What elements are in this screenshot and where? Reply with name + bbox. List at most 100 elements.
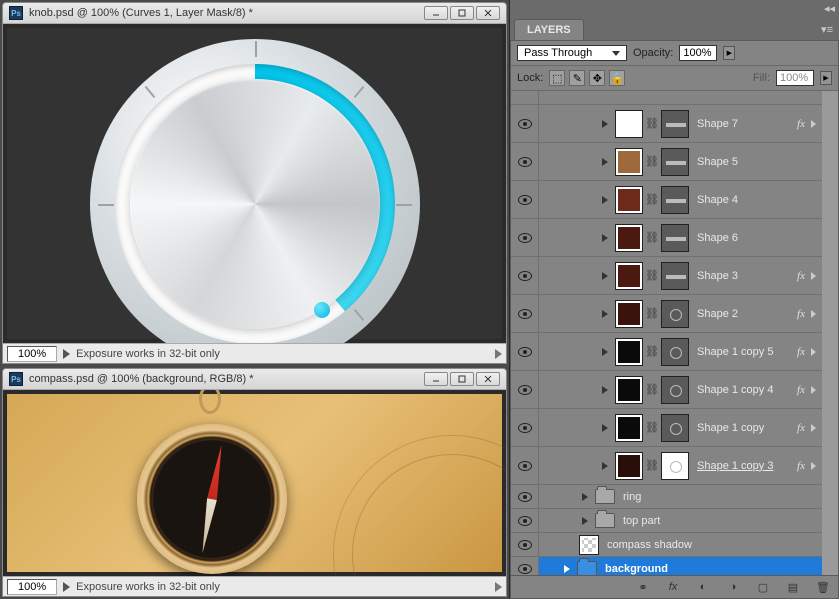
layer-thumbnail[interactable] (615, 148, 643, 176)
link-mask-icon[interactable]: ⛓ (647, 421, 657, 435)
layer-name[interactable]: Shape 5 (693, 156, 816, 168)
visibility-toggle[interactable] (511, 105, 539, 142)
fx-badge[interactable]: fx (797, 346, 807, 358)
layer-thumbnail[interactable] (615, 186, 643, 214)
tab-layers[interactable]: LAYERS (514, 19, 584, 40)
new-group-icon[interactable]: ▢ (754, 579, 772, 595)
lock-transparent-icon[interactable]: ⬚ (549, 70, 565, 86)
layer-row[interactable]: ⛓ Shape 7 fx (511, 105, 822, 143)
visibility-toggle[interactable] (511, 485, 539, 508)
layer-thumbnail[interactable] (579, 535, 599, 555)
link-mask-icon[interactable]: ⛓ (647, 117, 657, 131)
maximize-button[interactable] (450, 6, 474, 20)
vector-badge-icon[interactable] (602, 386, 608, 394)
visibility-toggle[interactable] (511, 257, 539, 294)
mask-thumbnail[interactable] (661, 148, 689, 176)
layer-row[interactable]: ⛓Shape 6 (511, 219, 822, 257)
fx-expand-icon[interactable] (811, 272, 816, 280)
layer-row[interactable]: compass shadow (511, 533, 822, 557)
visibility-toggle[interactable] (511, 509, 539, 532)
mask-thumbnail[interactable] (661, 262, 689, 290)
delete-layer-icon[interactable]: 🗑 (814, 579, 832, 595)
layers-list[interactable]: ⛓Shape 7fx⛓Shape 5⛓Shape 4⛓Shape 6⛓Shape… (511, 91, 822, 575)
layer-name[interactable]: Shape 1 copy 4 (693, 384, 793, 396)
blend-mode-select[interactable]: Pass Through (517, 45, 627, 61)
mask-thumbnail[interactable] (661, 110, 689, 138)
link-mask-icon[interactable]: ⛓ (647, 383, 657, 397)
add-mask-icon[interactable]: ◐ (694, 579, 712, 595)
layer-row[interactable]: ⛓Shape 3fx (511, 257, 822, 295)
layer-name[interactable]: Shape 1 copy 5 (693, 346, 793, 358)
lock-position-icon[interactable]: ✥ (589, 70, 605, 86)
fx-expand-icon[interactable] (811, 310, 816, 318)
opacity-input[interactable]: 100% (679, 45, 717, 61)
link-layers-icon[interactable]: ⚭ (634, 579, 652, 595)
status-more-icon[interactable] (495, 582, 502, 592)
link-mask-icon[interactable]: ⛓ (647, 345, 657, 359)
link-mask-icon[interactable]: ⛓ (647, 193, 657, 207)
layer-name[interactable]: Shape 1 copy (693, 422, 793, 434)
visibility-toggle[interactable] (511, 219, 539, 256)
visibility-toggle[interactable] (511, 143, 539, 180)
layer-thumbnail[interactable] (615, 224, 643, 252)
mask-thumbnail[interactable] (661, 186, 689, 214)
fx-expand-icon[interactable] (811, 424, 816, 432)
layer-thumbnail[interactable] (615, 452, 643, 480)
expand-group-icon[interactable] (582, 517, 588, 525)
visibility-toggle[interactable] (511, 409, 539, 446)
fx-badge[interactable]: fx (797, 270, 807, 282)
layer-name[interactable]: Shape 7 (693, 118, 793, 130)
fill-input[interactable]: 100% (776, 70, 814, 86)
layer-thumbnail[interactable] (615, 300, 643, 328)
layer-thumbnail[interactable] (615, 376, 643, 404)
visibility-toggle[interactable] (511, 181, 539, 218)
fx-badge[interactable]: fx (797, 308, 807, 320)
expand-group-icon[interactable] (564, 565, 570, 573)
layer-thumbnail[interactable] (615, 338, 643, 366)
opacity-step-icon[interactable]: ▶ (723, 46, 735, 60)
fx-expand-icon[interactable] (811, 462, 816, 470)
panel-menu-icon[interactable]: ▾≡ (815, 21, 839, 38)
fx-badge[interactable]: fx (797, 422, 807, 434)
layer-group-row[interactable]: top part (511, 509, 822, 533)
window-titlebar[interactable]: Ps knob.psd @ 100% (Curves 1, Layer Mask… (3, 3, 506, 24)
layer-row[interactable]: ⛓Shape 4 (511, 181, 822, 219)
link-mask-icon[interactable]: ⛓ (647, 269, 657, 283)
zoom-input[interactable]: 100% (7, 346, 57, 362)
layer-name[interactable]: top part (619, 515, 816, 527)
vector-badge-icon[interactable] (602, 272, 608, 280)
layer-name[interactable]: Shape 2 (693, 308, 793, 320)
layer-thumbnail[interactable] (615, 262, 643, 290)
vector-badge-icon[interactable] (602, 158, 608, 166)
link-mask-icon[interactable]: ⛓ (647, 231, 657, 245)
scrollbar[interactable] (822, 91, 838, 575)
expand-group-icon[interactable] (582, 493, 588, 501)
layer-group-background[interactable]: background (511, 557, 822, 575)
minimize-button[interactable] (424, 6, 448, 20)
fx-expand-icon[interactable] (811, 348, 816, 356)
lock-all-icon[interactable]: 🔒 (609, 70, 625, 86)
link-mask-icon[interactable]: ⛓ (647, 459, 657, 473)
mask-thumbnail[interactable] (661, 338, 689, 366)
canvas-compass[interactable] (3, 390, 506, 576)
fx-badge[interactable]: fx (797, 384, 807, 396)
window-titlebar[interactable]: Ps compass.psd @ 100% (background, RGB/8… (3, 369, 506, 390)
panel-collapse-bar[interactable]: ◂◂ (510, 0, 839, 17)
vector-badge-icon[interactable] (602, 120, 608, 128)
layer-row[interactable]: ⛓Shape 5 (511, 143, 822, 181)
layer-name[interactable]: ring (619, 491, 816, 503)
layer-name[interactable]: compass shadow (603, 539, 816, 551)
lock-pixels-icon[interactable]: ✎ (569, 70, 585, 86)
mask-thumbnail[interactable] (661, 224, 689, 252)
layer-row[interactable]: ⛓Shape 1 copy 3fx (511, 447, 822, 485)
layer-fx-icon[interactable]: fx (664, 579, 682, 595)
status-disclosure-icon[interactable] (63, 349, 70, 359)
vector-badge-icon[interactable] (602, 196, 608, 204)
visibility-toggle[interactable] (511, 333, 539, 370)
layer-name[interactable]: background (601, 563, 816, 575)
vector-badge-icon[interactable] (602, 348, 608, 356)
maximize-button[interactable] (450, 372, 474, 386)
fx-badge[interactable]: fx (797, 118, 807, 130)
layer-name[interactable]: Shape 1 copy 3 (693, 460, 793, 472)
layer-row[interactable]: ⛓ Shape 1 copy 4 fx (511, 371, 822, 409)
